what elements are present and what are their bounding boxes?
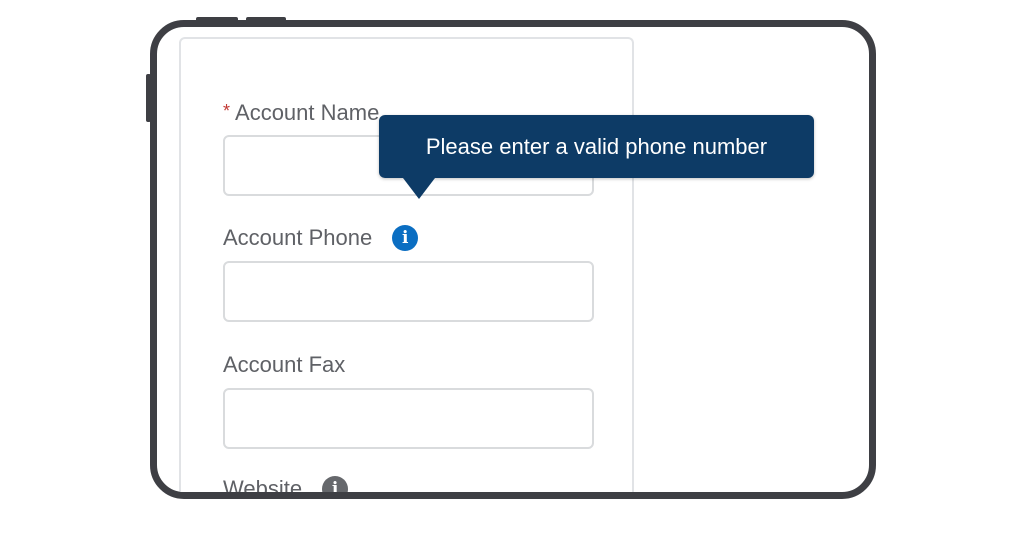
info-icon[interactable]: i xyxy=(392,225,419,251)
phone-validation-tooltip: Please enter a valid phone number xyxy=(379,115,814,178)
required-marker: * xyxy=(223,100,231,121)
account-phone-label: Account Phone i xyxy=(223,225,419,251)
tooltip-arrow xyxy=(403,178,435,199)
account-form-panel: * Account Name Account Phone i Account F… xyxy=(179,37,634,499)
info-icon[interactable]: i xyxy=(322,476,349,492)
account-fax-input[interactable] xyxy=(223,388,594,449)
tooltip-text: Please enter a valid phone number xyxy=(425,133,768,159)
tablet-frame: * Account Name Account Phone i Account F… xyxy=(150,20,876,499)
account-phone-input[interactable] xyxy=(223,261,594,322)
account-fax-label-text: Account Fax xyxy=(223,352,346,377)
stage: * Account Name Account Phone i Account F… xyxy=(0,0,1024,536)
account-fax-label: Account Fax xyxy=(223,352,345,378)
website-label: Website i xyxy=(223,476,349,499)
account-name-label-text: Account Name xyxy=(235,100,380,125)
account-phone-label-text: Account Phone xyxy=(223,225,373,250)
website-label-text: Website xyxy=(223,476,303,499)
account-name-label: * Account Name xyxy=(223,100,379,126)
